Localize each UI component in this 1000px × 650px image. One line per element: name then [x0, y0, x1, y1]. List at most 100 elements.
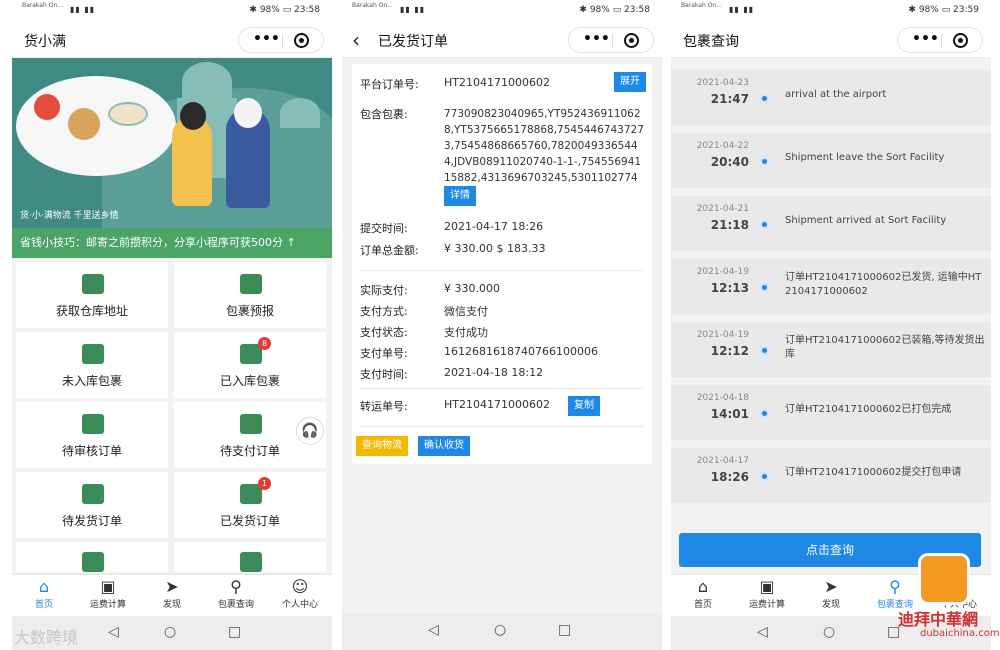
transit-no: HT2104171000602	[444, 398, 550, 411]
mini-program-capsule: •••	[568, 27, 654, 53]
watermark-left: 大数跨境	[14, 628, 79, 647]
grid-partial-item[interactable]	[16, 542, 168, 572]
copy-button[interactable]: 复制	[568, 396, 600, 416]
mini-program-capsule: •••	[897, 27, 983, 53]
recent-nav-icon[interactable]: □	[558, 622, 571, 638]
tab-home[interactable]: ⌂ 首页	[671, 577, 735, 617]
operator-label: Barakah On...	[22, 2, 63, 9]
grid-partial-item[interactable]	[174, 542, 326, 572]
timeline-dot-icon	[760, 94, 769, 103]
track-logistics-button[interactable]: 查询物流	[356, 436, 408, 456]
calculator-icon: ▣	[759, 577, 775, 596]
home-icon: ⌂	[697, 577, 709, 596]
page-title: 包裹查询	[683, 34, 739, 50]
grid-shipped-orders[interactable]: 1 已发货订单	[174, 472, 326, 538]
more-icon[interactable]: •••	[253, 31, 280, 47]
tracking-event: 2021-04-18 14:01 订单HT2104171000602已打包完成	[671, 385, 991, 440]
more-icon[interactable]: •••	[583, 31, 610, 47]
grid-package-forecast[interactable]: 包裹预报	[174, 262, 326, 328]
signal-icon: ▮▮ ▮▮	[400, 5, 426, 14]
customer-service-icon[interactable]: 🎧	[296, 417, 324, 445]
upload-box-icon	[82, 484, 104, 504]
back-icon[interactable]: ‹	[352, 28, 360, 52]
status-bar: Barakah On... ▮▮ ▮▮ ✱ 98% ▭ 23:58	[12, 0, 332, 22]
home-nav-icon[interactable]: ○	[164, 624, 176, 640]
order-card: 平台订单号: HT2104171000602 展开 包含包裹: 77309082…	[352, 64, 652, 464]
grid-received-packages[interactable]: 8 已入库包裹	[174, 332, 326, 398]
home-icon: ⌂	[38, 577, 50, 596]
signal-icon: ▮▮ ▮▮	[729, 5, 755, 14]
recent-nav-icon[interactable]: □	[228, 624, 241, 640]
timeline-dot-icon	[760, 346, 769, 355]
box-icon	[82, 552, 104, 572]
home-nav-icon[interactable]: ○	[494, 622, 506, 638]
signal-icon: ▮▮ ▮▮	[70, 5, 96, 14]
tab-freight-calc[interactable]: ▣ 运费计算	[76, 577, 140, 617]
detail-button[interactable]: 详情	[444, 186, 476, 206]
user-clock-icon	[82, 414, 104, 434]
list-icon	[240, 274, 262, 294]
grid-pending-shipment[interactable]: 待发货订单	[16, 472, 168, 538]
nav-bar: 货小满 •••	[12, 22, 332, 58]
tracking-event: 2021-04-23 21:47 arrival at the airport	[671, 70, 991, 125]
operator-label: Barakah On...	[352, 2, 393, 9]
tab-freight-calc[interactable]: ▣ 运费计算	[735, 577, 799, 617]
page-title: 货小满	[24, 34, 66, 50]
status-bar: Barakah On... ▮▮ ▮▮ ✱ 98% ▭ 23:58	[342, 0, 662, 22]
tab-profile[interactable]: ☺个人中心	[268, 577, 332, 617]
page-title: 已发货订单	[378, 34, 448, 50]
calculator-icon: ▣	[100, 577, 116, 596]
phone-home: Barakah On... ▮▮ ▮▮ ✱ 98% ▭ 23:58 货小满 ••…	[12, 0, 332, 650]
status-right: ✱ 98% ▭ 23:58	[249, 5, 320, 15]
confirm-receipt-button[interactable]: 确认收货	[418, 436, 470, 456]
expand-button[interactable]: 展开	[614, 72, 646, 92]
mosque-dome	[182, 62, 232, 102]
tracking-event: 2021-04-22 20:40 Shipment leave the Sort…	[671, 133, 991, 188]
back-nav-icon[interactable]: ◁	[108, 624, 119, 640]
dubaichina-logo	[918, 553, 970, 605]
close-target-icon[interactable]	[624, 33, 639, 48]
timeline-dot-icon	[760, 409, 769, 418]
house-icon	[82, 274, 104, 294]
operator-label: Barakah On...	[681, 2, 722, 9]
compass-icon: ➤	[824, 577, 838, 596]
truck-icon: 1	[240, 477, 271, 504]
more-icon[interactable]: •••	[912, 31, 939, 47]
tab-discover[interactable]: ➤ 发现	[140, 577, 204, 617]
system-nav: ◁ ○ □	[342, 614, 662, 650]
tracking-event: 2021-04-21 21:18 Shipment arrived at Sor…	[671, 196, 991, 251]
bowl-illustration	[68, 108, 100, 140]
grid-pending-review[interactable]: 待审核订单	[16, 402, 168, 468]
tab-discover[interactable]: ➤ 发现	[799, 577, 863, 617]
status-right: ✱ 98% ▭ 23:59	[908, 5, 979, 15]
count-badge: 1	[258, 477, 271, 490]
promo-banner[interactable]: 货·小·满物流 千里送乡情	[12, 58, 332, 228]
dumpling-illustration	[108, 102, 148, 126]
tab-home[interactable]: ⌂ 首页	[12, 577, 76, 617]
watermark-right: 迪拜中華網	[898, 610, 979, 629]
tracking-event: 2021-04-19 12:13 订单HT2104171000602已发货, 运…	[671, 259, 991, 314]
timeline-dot-icon	[760, 220, 769, 229]
status-right: ✱ 98% ▭ 23:58	[579, 5, 650, 15]
nav-bar: ‹ 已发货订单 •••	[342, 22, 662, 58]
tab-bar: ⌂首页 ▣运费计算 ➤发现 ⚲包裹查询 ☺个人中心	[12, 574, 332, 616]
tip-bar[interactable]: 省钱小技巧：邮寄之前攒积分，分享小程序可获500分 ↑	[12, 228, 332, 258]
wallet-icon	[240, 414, 262, 434]
close-target-icon[interactable]	[953, 33, 968, 48]
home-nav-icon[interactable]: ○	[823, 624, 835, 640]
tracking-event: 2021-04-19 12:12 订单HT2104171000602已装箱,等待…	[671, 322, 991, 377]
close-target-icon[interactable]	[294, 33, 309, 48]
list-icon	[240, 552, 262, 572]
tab-package-query[interactable]: ⚲ 包裹查询	[204, 577, 268, 617]
timeline-dot-icon	[760, 472, 769, 481]
status-bar: Barakah On... ▮▮ ▮▮ ✱ 98% ▭ 23:59	[671, 0, 991, 22]
back-nav-icon[interactable]: ◁	[428, 622, 439, 638]
search-icon: ⚲	[230, 577, 242, 596]
grid-warehouse-address[interactable]: 获取仓库地址	[16, 262, 168, 328]
compass-icon: ➤	[165, 577, 179, 596]
grid-unreceived-packages[interactable]: 未入库包裹	[16, 332, 168, 398]
back-nav-icon[interactable]: ◁	[757, 624, 768, 640]
timeline-dot-icon	[760, 283, 769, 292]
fan-illustration	[34, 94, 60, 120]
phone-order-detail: Barakah On... ▮▮ ▮▮ ✱ 98% ▭ 23:58 ‹ 已发货订…	[342, 0, 662, 650]
